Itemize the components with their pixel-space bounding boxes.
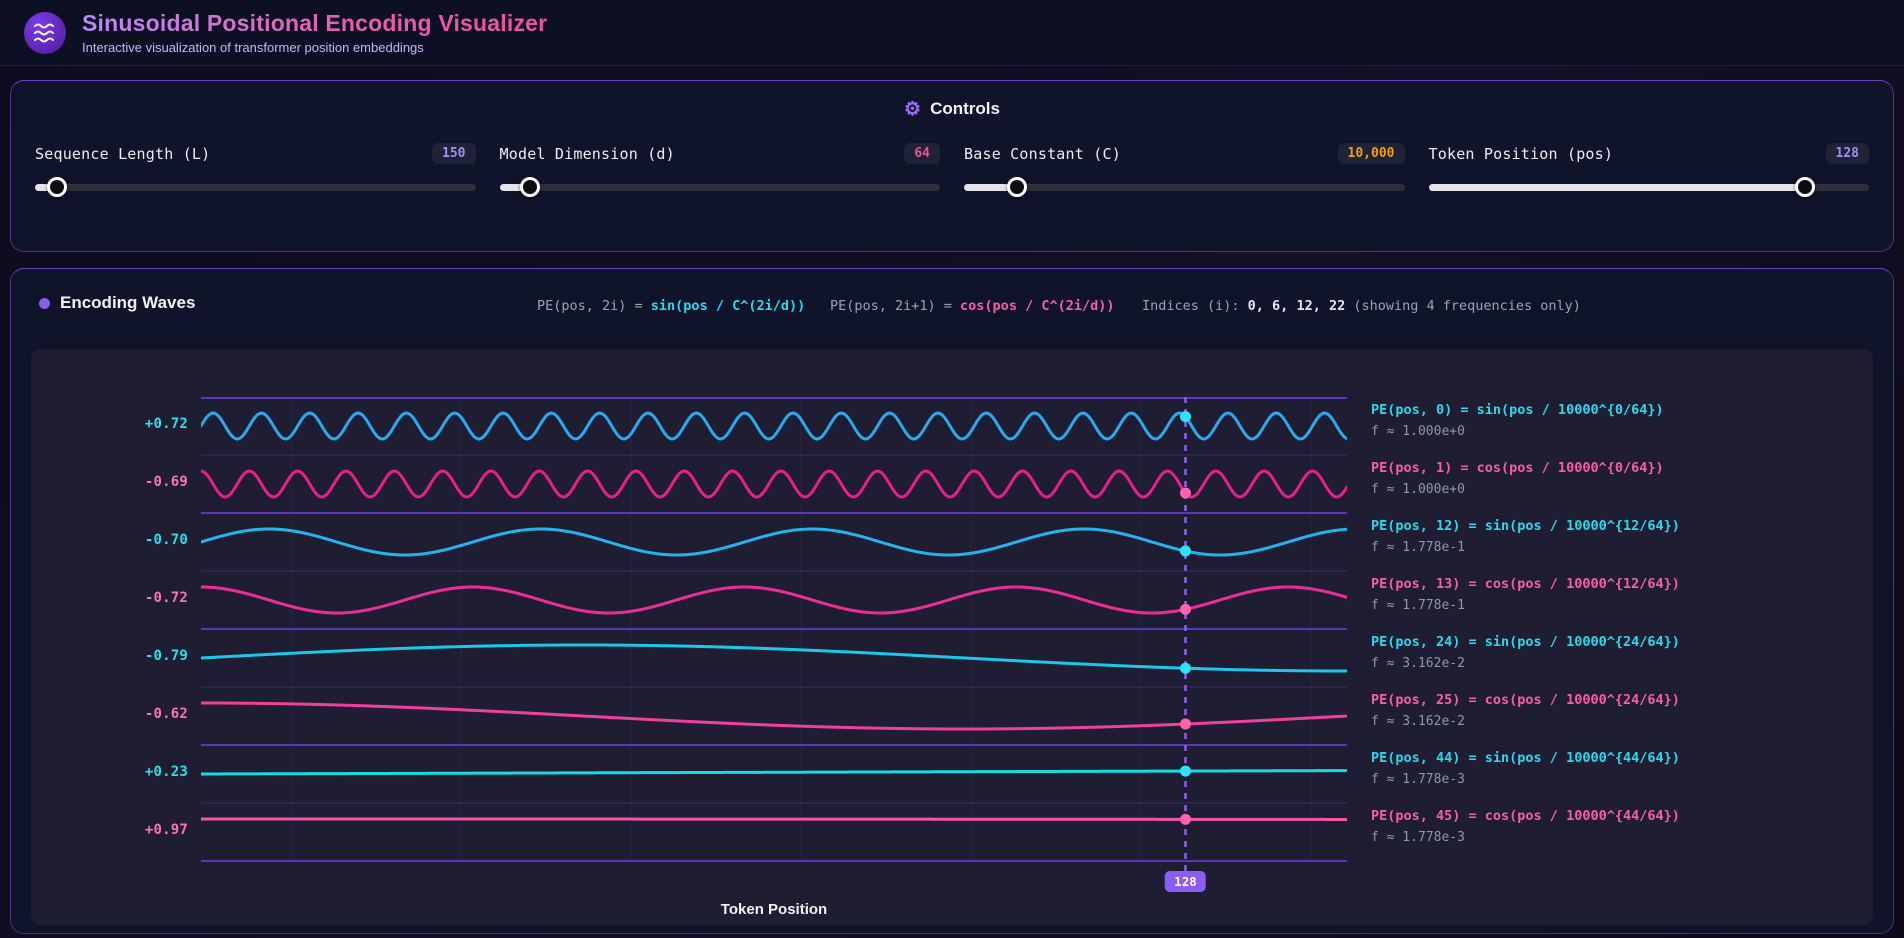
slider-thumb[interactable] <box>1795 177 1816 197</box>
wave-formula-label: PE(pos, 12) = sin(pos / 10000^{12/64}) <box>1371 518 1680 534</box>
model-dimension-slider[interactable] <box>499 177 940 197</box>
encoding-waves-card: Encoding Waves PE(pos, 2i) = sin(pos / C… <box>10 268 1894 934</box>
wave-freq-label: f ≈ 3.162e-2 <box>1371 714 1465 729</box>
app-subtitle: Interactive visualization of transformer… <box>82 40 424 55</box>
token-position-label: Token Position (pos) <box>1428 144 1614 163</box>
waves-header: Encoding Waves PE(pos, 2i) = sin(pos / C… <box>31 285 1873 325</box>
slider-track[interactable] <box>35 184 476 191</box>
slider-fill <box>1428 184 1806 191</box>
controls-card: ⚙ Controls Sequence Length (L) 150 Model… <box>10 80 1894 252</box>
slider-track[interactable] <box>499 184 940 191</box>
indices-note: (showing 4 frequencies only) <box>1345 298 1581 314</box>
wave-value-label: -0.69 <box>144 474 188 490</box>
model-dimension-label: Model Dimension (d) <box>499 144 675 163</box>
wave-formula-label: PE(pos, 44) = sin(pos / 10000^{44/64}) <box>1371 750 1680 766</box>
wave-formula-label: PE(pos, 0) = sin(pos / 10000^{0/64}) <box>1371 402 1664 418</box>
wave-value-label: -0.62 <box>144 706 188 722</box>
sequence-length-slider[interactable] <box>35 177 476 197</box>
controls-title: Controls <box>930 99 1000 118</box>
token-position-value: 128 <box>1825 143 1869 164</box>
wave-freq-label: f ≈ 1.778e-3 <box>1371 772 1465 787</box>
wave-formula-label: PE(pos, 45) = cos(pos / 10000^{44/64}) <box>1371 808 1680 824</box>
position-marker-badge: 128 <box>1165 871 1206 892</box>
encoding-waves-chart <box>201 397 1347 875</box>
wave-formula-label: PE(pos, 1) = cos(pos / 10000^{0/64}) <box>1371 460 1664 476</box>
indices-info: Indices (i): 0, 6, 12, 22 (showing 4 fre… <box>1142 298 1581 314</box>
sequence-length-value: 150 <box>432 143 476 164</box>
bullet-dot-icon <box>39 297 50 309</box>
app-title: Sinusoidal Positional Encoding Visualize… <box>82 10 548 36</box>
wave-value-label: +0.97 <box>144 822 188 838</box>
slider-track[interactable] <box>964 184 1405 191</box>
wave-formula-label: PE(pos, 24) = sin(pos / 10000^{24/64}) <box>1371 634 1680 650</box>
indices-prefix: Indices (i): <box>1142 298 1248 314</box>
wave-value-label: +0.23 <box>144 764 188 780</box>
sin-formula-body: sin(pos / C^(2i/d)) <box>650 298 806 314</box>
control-sequence-length: Sequence Length (L) 150 <box>35 143 476 197</box>
wave-value-label: +0.72 <box>144 416 188 432</box>
controls-grid: Sequence Length (L) 150 Model Dimension … <box>35 143 1869 197</box>
slider-thumb[interactable] <box>520 177 541 197</box>
sin-formula: PE(pos, 2i) = sin(pos / C^(2i/d)) <box>537 298 805 314</box>
x-axis-label: Token Position <box>720 901 828 918</box>
cos-formula-body: cos(pos / C^(2i/d)) <box>960 298 1115 314</box>
wave-value-label: -0.70 <box>144 532 188 548</box>
wave-value-label: -0.72 <box>144 590 188 606</box>
token-position-slider[interactable] <box>1428 177 1869 197</box>
control-token-position: Token Position (pos) 128 <box>1428 143 1869 197</box>
wave-freq-label: f ≈ 1.000e+0 <box>1371 482 1465 497</box>
wave-formula-label: PE(pos, 13) = cos(pos / 10000^{12/64}) <box>1371 576 1680 592</box>
wave-value-label: -0.79 <box>144 648 188 664</box>
cos-formula: PE(pos, 2i+1) = cos(pos / C^(2i/d)) <box>830 298 1114 314</box>
gear-icon: ⚙ <box>904 98 922 120</box>
waves-logo-icon <box>24 11 66 54</box>
chart-panel: +0.72 -0.69 -0.70 -0.72 -0.79 -0.62 +0.23 +0.97… <box>31 349 1873 925</box>
wave-freq-label: f ≈ 1.778e-1 <box>1371 598 1465 613</box>
wave-freq-label: f ≈ 1.778e-1 <box>1371 540 1465 555</box>
wave-freq-label: f ≈ 1.000e+0 <box>1371 424 1465 439</box>
control-base-constant: Base Constant (C) 10,000 <box>964 143 1405 197</box>
app-header: Sinusoidal Positional Encoding Visualize… <box>0 0 1904 66</box>
base-constant-slider[interactable] <box>964 177 1405 197</box>
wave-freq-label: f ≈ 1.778e-3 <box>1371 830 1465 845</box>
slider-thumb[interactable] <box>1006 177 1027 197</box>
cos-formula-prefix: PE(pos, 2i+1) = <box>830 298 961 314</box>
wave-formula-label: PE(pos, 25) = cos(pos / 10000^{24/64}) <box>1371 692 1680 708</box>
wave-freq-label: f ≈ 3.162e-2 <box>1371 656 1465 671</box>
sequence-length-label: Sequence Length (L) <box>35 144 211 163</box>
base-constant-value: 10,000 <box>1337 143 1405 164</box>
encoding-waves-title: Encoding Waves <box>60 293 196 312</box>
model-dimension-value: 64 <box>904 143 940 164</box>
indices-values: 0, 6, 12, 22 <box>1247 298 1346 314</box>
sin-formula-prefix: PE(pos, 2i) = <box>537 298 651 314</box>
base-constant-label: Base Constant (C) <box>964 144 1121 163</box>
slider-thumb[interactable] <box>47 177 68 197</box>
control-model-dimension: Model Dimension (d) 64 <box>499 143 940 197</box>
